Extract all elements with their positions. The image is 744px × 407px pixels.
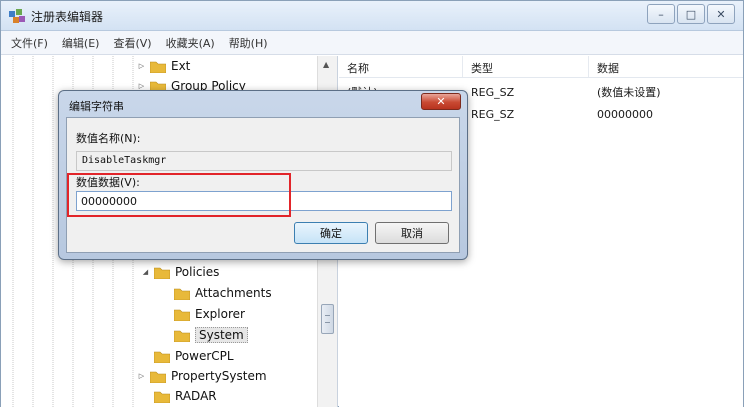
- column-type-header[interactable]: 类型: [463, 56, 589, 77]
- tree-item-label: PowerCPL: [175, 349, 234, 363]
- folder-icon: [174, 330, 190, 342]
- tree-connector: [141, 392, 150, 401]
- column-data-header[interactable]: 数据: [589, 56, 743, 77]
- tree-item-label: Attachments: [195, 286, 272, 300]
- value-data: 00000000: [597, 107, 653, 121]
- list-header: 名称 类型 数据: [339, 56, 743, 78]
- folder-icon: [150, 371, 166, 383]
- scroll-up-icon[interactable]: ▲: [323, 60, 329, 69]
- collapse-arrow-icon[interactable]: ◢: [141, 268, 150, 277]
- folder-icon: [150, 61, 166, 73]
- window-title: 注册表编辑器: [31, 10, 104, 24]
- menu-file[interactable]: 文件(F): [11, 35, 48, 51]
- tree-connector: [161, 310, 170, 319]
- expand-arrow-icon[interactable]: ▷: [137, 372, 146, 381]
- tree-item-selected[interactable]: System: [161, 325, 248, 345]
- tree-item-label: Ext: [171, 59, 191, 73]
- menu-bar: 文件(F) 编辑(E) 查看(V) 收藏夹(A) 帮助(H): [1, 31, 743, 55]
- tree-item[interactable]: RADAR: [141, 386, 217, 406]
- expand-arrow-icon[interactable]: ▷: [137, 62, 146, 71]
- tree-connector: [161, 331, 170, 340]
- value-name-label: 数值名称(N):: [76, 132, 141, 145]
- cancel-button[interactable]: 取消: [375, 222, 449, 244]
- window-controls: – □ ✕: [645, 4, 735, 24]
- menu-favorites[interactable]: 收藏夹(A): [166, 35, 215, 51]
- tree-connector: [141, 352, 150, 361]
- tree-item[interactable]: ▷ PropertySystem: [137, 366, 267, 386]
- annotation-highlight-box: [67, 173, 291, 217]
- registry-editor-icon: [9, 9, 25, 23]
- maximize-button[interactable]: □: [677, 4, 705, 24]
- folder-open-icon: [154, 267, 170, 279]
- value-name-field: DisableTaskmgr: [76, 151, 452, 171]
- column-name-header[interactable]: 名称: [339, 56, 463, 77]
- menu-edit[interactable]: 编辑(E): [62, 35, 100, 51]
- close-window-button[interactable]: ✕: [707, 4, 735, 24]
- tree-item[interactable]: PowerCPL: [141, 346, 234, 366]
- tree-item[interactable]: ▷ Ext: [137, 56, 191, 76]
- value-type: REG_SZ: [471, 107, 515, 121]
- folder-icon: [174, 288, 190, 300]
- tree-item-label: PropertySystem: [171, 369, 267, 383]
- dialog-close-button[interactable]: ✕: [421, 93, 461, 110]
- tree-item-label: Explorer: [195, 307, 245, 321]
- folder-icon: [154, 391, 170, 403]
- menu-help[interactable]: 帮助(H): [229, 35, 268, 51]
- dialog-title: 编辑字符串: [69, 100, 124, 113]
- folder-icon: [154, 351, 170, 363]
- scroll-thumb[interactable]: [321, 304, 334, 334]
- tree-item-label: System: [195, 327, 248, 343]
- tree-connector: [161, 289, 170, 298]
- value-type: REG_SZ: [471, 85, 515, 99]
- tree-item[interactable]: Explorer: [161, 304, 245, 324]
- grip-icon: [325, 315, 330, 323]
- tree-item-label: RADAR: [175, 389, 217, 403]
- folder-icon: [174, 309, 190, 321]
- tree-item-label: Policies: [175, 265, 220, 279]
- tree-item[interactable]: ◢ Policies: [141, 262, 220, 282]
- minimize-button[interactable]: –: [647, 4, 675, 24]
- ok-button[interactable]: 确定: [294, 222, 368, 244]
- title-bar[interactable]: 注册表编辑器 – □ ✕: [1, 1, 743, 31]
- value-data: (数值未设置): [597, 86, 661, 99]
- menu-view[interactable]: 查看(V): [113, 35, 151, 51]
- tree-item[interactable]: Attachments: [161, 283, 272, 303]
